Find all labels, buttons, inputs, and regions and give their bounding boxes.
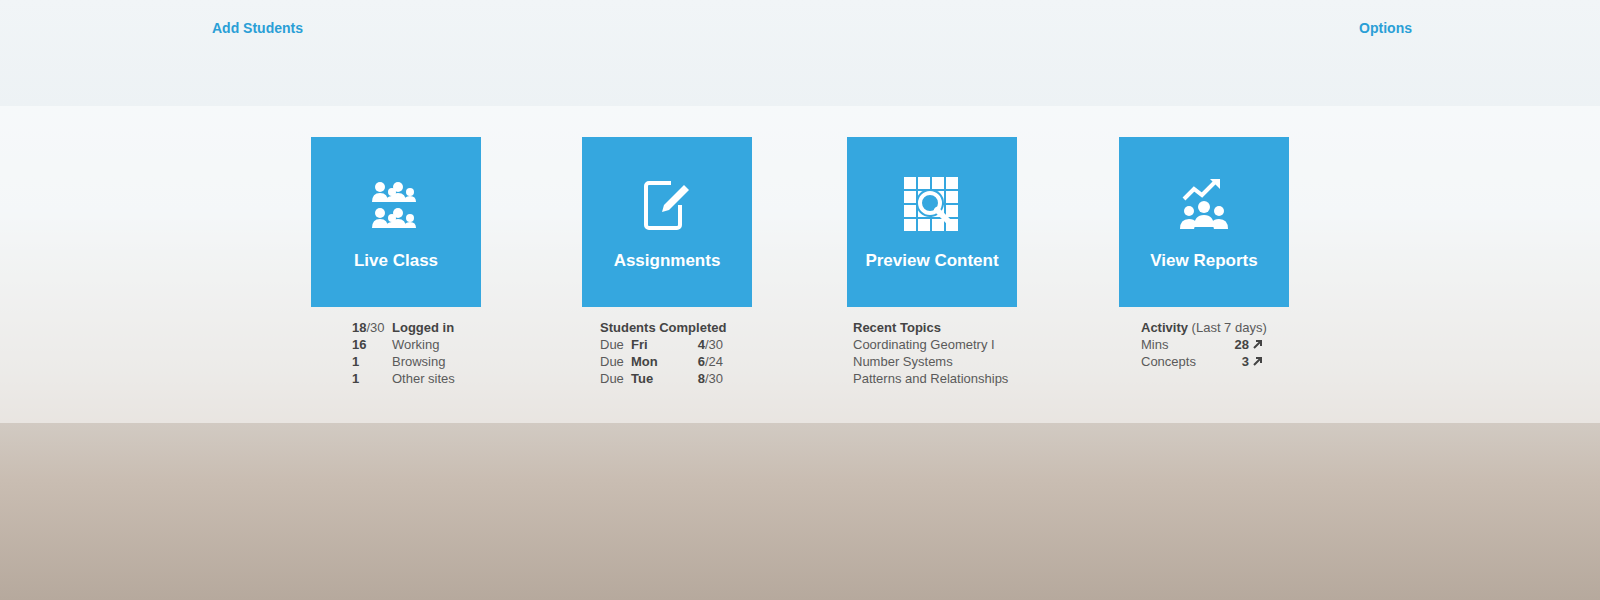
tile-button[interactable]: View Reports [1119, 137, 1289, 307]
tile-column: Preview Content Recent TopicsCoordinating… [847, 137, 1119, 387]
tile-label: View Reports [1150, 251, 1257, 271]
topic-item[interactable]: Number Systems [853, 353, 1119, 370]
dashboard-page: Add Students Options Live Class 18/30Logged… [0, 0, 1600, 600]
tiles-band: Live Class 18/30Logged in16Working1Browsi… [0, 106, 1600, 423]
options-link[interactable]: Options [1359, 20, 1412, 36]
group-icon [366, 175, 426, 235]
tile-stats: Students CompletedDueFri4/30DueMon6/24Du… [600, 319, 847, 387]
activity-row: Mins28 [1141, 336, 1309, 353]
status-row: 1Browsing [352, 353, 582, 370]
add-students-link[interactable]: Add Students [212, 20, 303, 36]
tile-button[interactable]: Live Class [311, 137, 481, 307]
logged-in-summary: 18/30Logged in [352, 319, 582, 336]
tile-column: Live Class 18/30Logged in16Working1Browsi… [311, 137, 582, 387]
tile-label: Preview Content [865, 251, 998, 271]
assignment-row[interactable]: DueFri4/30 [600, 336, 847, 353]
trend-up-icon [1252, 339, 1263, 350]
tile-button[interactable]: Preview Content [847, 137, 1017, 307]
assignment-row[interactable]: DueMon6/24 [600, 353, 847, 370]
topic-item[interactable]: Coordinating Geometry I [853, 336, 1119, 353]
tile-label: Assignments [614, 251, 721, 271]
stats-heading: Activity (Last 7 days) [1141, 319, 1309, 336]
trend-up-icon [1252, 356, 1263, 367]
activity-row: Concepts3 [1141, 353, 1309, 370]
tile-button[interactable]: Assignments [582, 137, 752, 307]
tile-stats: Recent TopicsCoordinating Geometry INumb… [853, 319, 1119, 387]
preview-icon [902, 175, 962, 235]
status-row: 1Other sites [352, 370, 582, 387]
top-bar: Add Students Options [0, 0, 1600, 106]
assignment-row[interactable]: DueTue8/30 [600, 370, 847, 387]
topic-item[interactable]: Patterns and Relationships [853, 370, 1119, 387]
stats-heading: Students Completed [600, 319, 847, 336]
stats-heading: Recent Topics [853, 319, 1119, 336]
tile-stats: 18/30Logged in16Working1Browsing1Other s… [352, 319, 582, 387]
reports-icon [1174, 175, 1234, 235]
tile-label: Live Class [354, 251, 438, 271]
tile-column: AssignmentsStudents CompletedDueFri4/30D… [582, 137, 847, 387]
status-row: 16Working [352, 336, 582, 353]
tile-column: View Reports Activity (Last 7 days)Mins28… [1119, 137, 1309, 370]
edit-icon [637, 175, 697, 235]
tile-stats: Activity (Last 7 days)Mins28Concepts3 [1141, 319, 1309, 370]
